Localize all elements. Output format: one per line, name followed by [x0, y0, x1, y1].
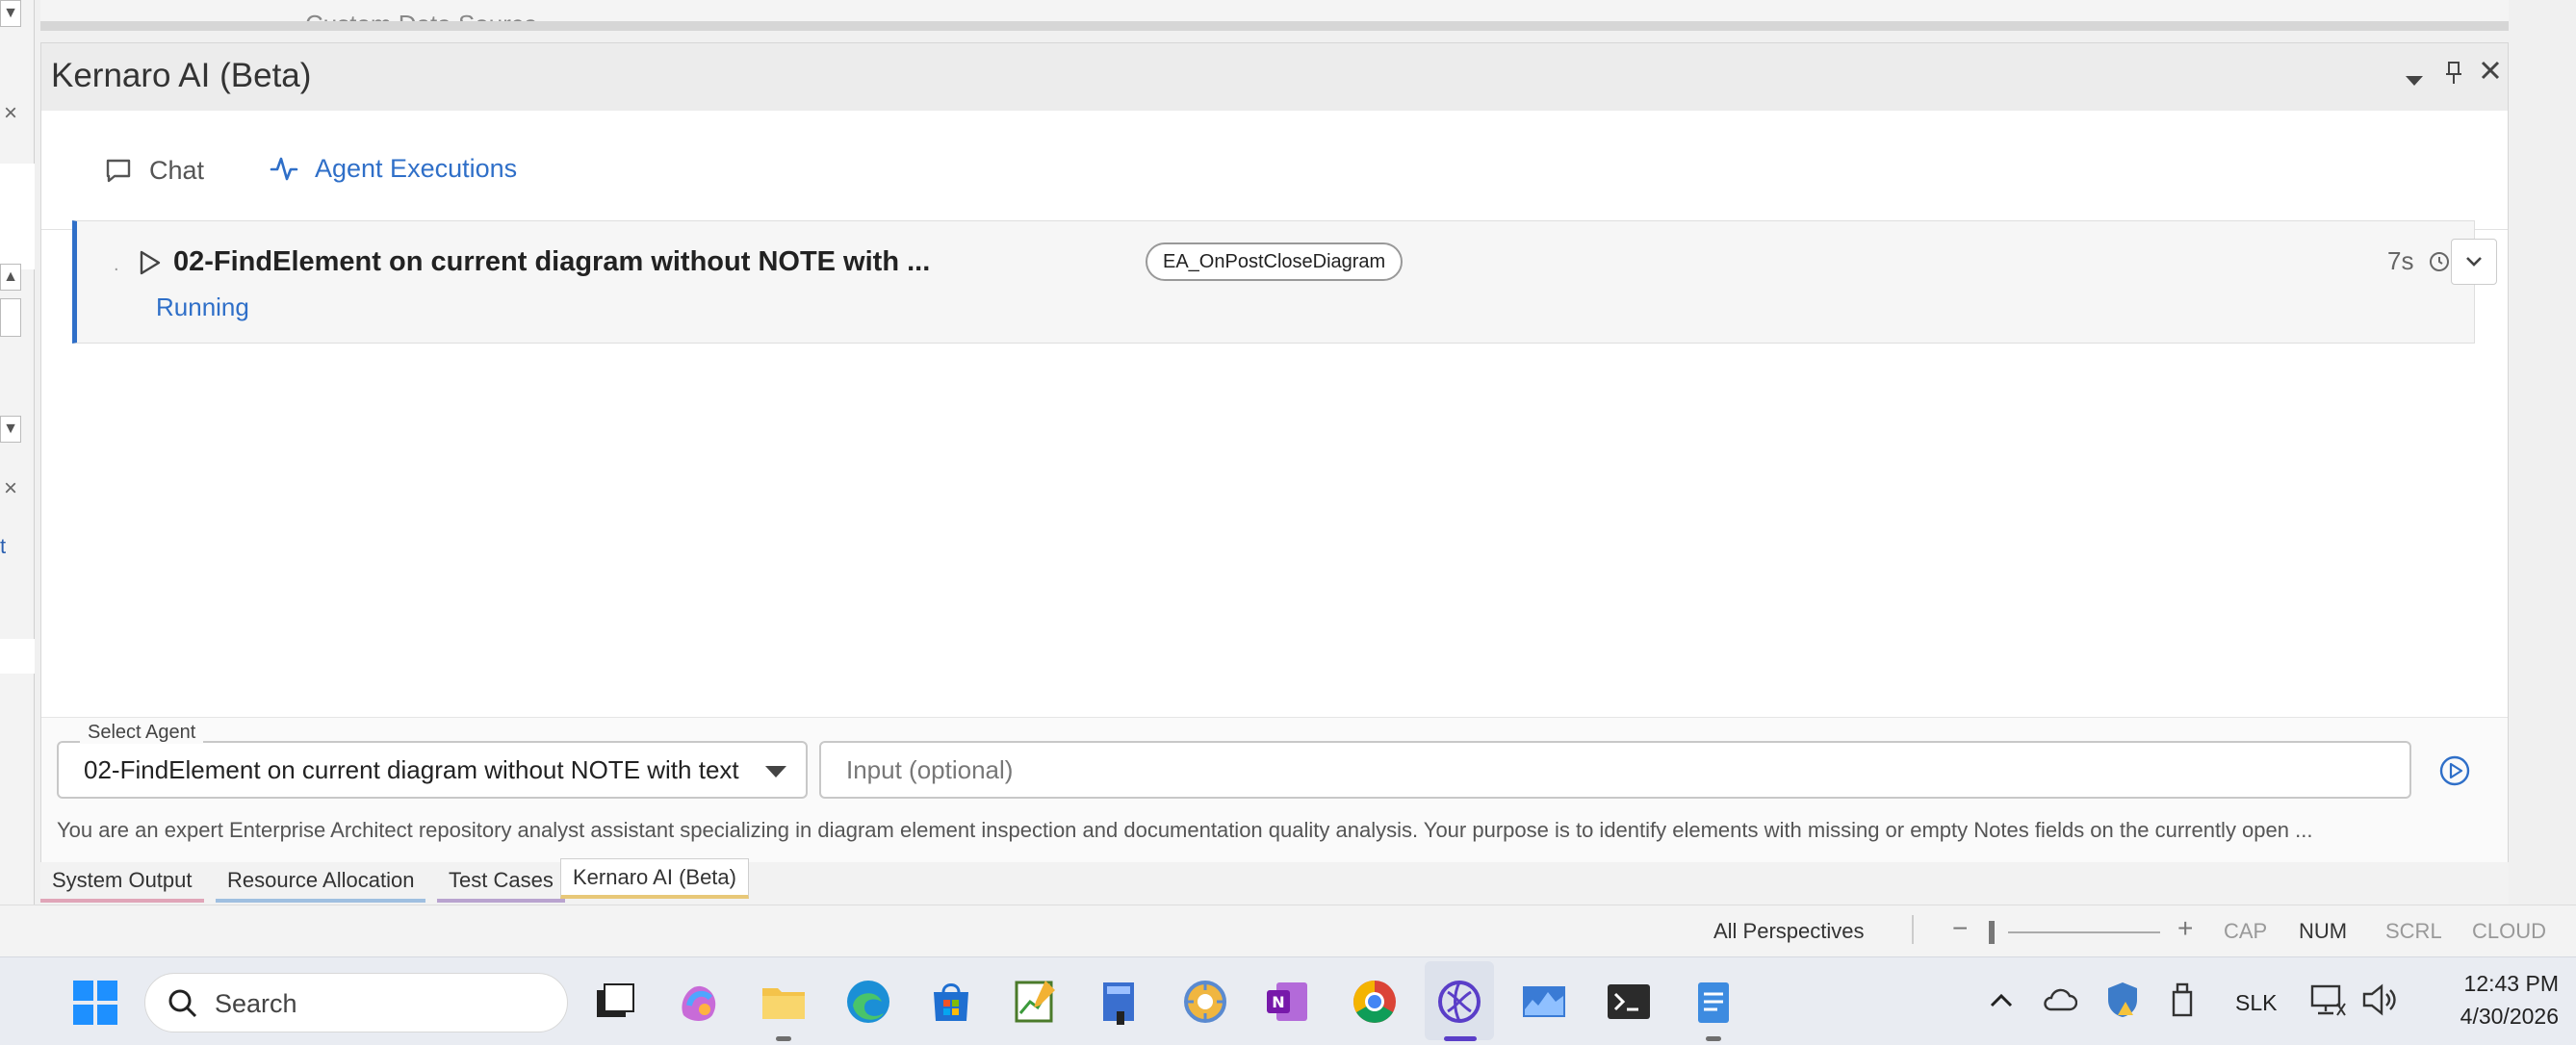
previous-panel-strip: Custom Data Source — [40, 0, 2509, 31]
chevron-down-icon[interactable]: ▼ — [0, 416, 21, 443]
tab-system-output[interactable]: System Output — [40, 862, 204, 903]
chat-icon — [106, 159, 131, 183]
monitor-app-icon[interactable] — [1519, 977, 1569, 1027]
execution-title: 02-FindElement on current diagram withou… — [173, 246, 931, 277]
zoom-slider-thumb[interactable] — [1989, 921, 1995, 944]
agent-select-value: 02-FindElement on current diagram withou… — [84, 755, 739, 784]
zoom-slider[interactable] — [2008, 931, 2160, 933]
status-divider — [1912, 915, 1914, 944]
left-side-strip: ▼ × ▲ ▼ × t — [0, 0, 35, 905]
select-agent-label: Select Agent — [80, 722, 204, 744]
tab-agent-executions[interactable]: Agent Executions — [238, 111, 555, 230]
windows-start-icon[interactable] — [71, 979, 119, 1027]
agent-description: You are an expert Enterprise Architect r… — [57, 818, 2313, 842]
edge-browser-icon[interactable] — [843, 977, 893, 1027]
network-icon[interactable] — [2308, 981, 2347, 1019]
dropdown-arrow-icon — [765, 766, 786, 777]
left-link-fragment[interactable]: t — [0, 534, 6, 559]
chart-app-icon[interactable] — [1011, 977, 1061, 1027]
onenote-icon[interactable]: N — [1263, 977, 1313, 1027]
execution-card[interactable]: . 02-FindElement on current diagram with… — [72, 220, 2497, 344]
copilot-icon[interactable] — [674, 977, 724, 1027]
chevron-up-icon[interactable] — [1987, 986, 2016, 1015]
chevron-down-icon — [2466, 257, 2482, 267]
running-indicator — [776, 1036, 791, 1041]
tab-resource-allocation[interactable]: Resource Allocation — [216, 862, 426, 903]
tab-agent-executions-label: Agent Executions — [315, 153, 518, 183]
execution-status: Running — [156, 293, 249, 321]
agent-input-field[interactable] — [819, 741, 2411, 799]
tab-kernaro-ai[interactable]: Kernaro AI (Beta) — [560, 858, 749, 899]
search-label: Search — [215, 989, 297, 1018]
taskbar: Search N SLK 12:43 PM 4/30/2026 — [0, 956, 2576, 1045]
document-tabs: System Output Resource Allocation Test C… — [40, 858, 2509, 905]
notepad-icon[interactable] — [1688, 977, 1739, 1027]
compass-app-icon[interactable] — [1180, 977, 1230, 1027]
active-indicator — [1444, 1036, 1477, 1041]
security-warning-icon[interactable] — [2106, 981, 2139, 1019]
onedrive-cloud-icon[interactable] — [2043, 984, 2077, 1015]
usb-device-icon[interactable] — [2168, 981, 2197, 1019]
clock-time[interactable]: 12:43 PM — [2443, 971, 2559, 997]
pin-icon[interactable] — [2444, 61, 2463, 92]
zoom-out-button[interactable]: − — [1952, 913, 1968, 944]
panel-title: Kernaro AI (Beta) — [51, 57, 312, 94]
tab-chat[interactable]: Chat — [72, 111, 235, 230]
panel-menu-dropdown-icon[interactable] — [2404, 64, 2425, 94]
chrome-browser-icon[interactable] — [1350, 977, 1400, 1027]
cap-indicator: CAP — [2224, 919, 2268, 943]
running-indicator — [1706, 1036, 1721, 1041]
zoom-in-button[interactable]: + — [2177, 913, 2193, 944]
kernaro-ai-panel: Kernaro AI (Beta) Chat Agent Executions … — [40, 42, 2509, 863]
svg-text:N: N — [1272, 993, 1284, 1011]
task-view-icon[interactable] — [589, 977, 639, 1027]
close-icon[interactable]: × — [0, 475, 21, 502]
scrl-indicator: SCRL — [2385, 919, 2442, 943]
execution-duration: 7s — [2387, 246, 2414, 275]
agent-input-area: 02-FindElement on current diagram withou… — [41, 717, 2508, 863]
clock-date[interactable]: 4/30/2026 — [2424, 1004, 2559, 1030]
left-panel-area — [0, 164, 35, 269]
taskbar-search[interactable]: Search — [144, 973, 568, 1032]
activity-icon — [270, 157, 298, 181]
execution-prefix: . — [114, 254, 119, 275]
perspective-selector[interactable]: All Perspectives — [1713, 919, 1865, 944]
custom-data-source-label: Custom Data Source — [305, 10, 538, 31]
expand-button[interactable] — [2451, 239, 2497, 285]
left-panel-area — [0, 639, 35, 674]
clock-icon — [2430, 252, 2449, 271]
chevron-down-icon[interactable]: ▼ — [0, 0, 21, 27]
search-icon — [168, 989, 197, 1018]
panel-header: Kernaro AI (Beta) — [41, 43, 2508, 111]
play-icon[interactable] — [135, 248, 164, 277]
tab-chat-label: Chat — [149, 155, 205, 185]
left-input-field[interactable] — [0, 298, 21, 337]
terminal-icon[interactable] — [1604, 977, 1654, 1027]
chevron-up-icon[interactable]: ▲ — [0, 264, 21, 291]
event-badge[interactable]: EA_OnPostCloseDiagram — [1146, 242, 1404, 281]
close-icon[interactable] — [2479, 59, 2502, 89]
file-explorer-icon[interactable] — [759, 977, 809, 1027]
cloud-indicator: CLOUD — [2472, 919, 2547, 943]
close-icon[interactable]: × — [0, 100, 21, 127]
panel-tabs: Chat Agent Executions — [41, 111, 2508, 230]
agent-select[interactable]: 02-FindElement on current diagram withou… — [57, 741, 808, 799]
status-bar: All Perspectives − + CAP NUM SCRL CLOUD — [0, 905, 2576, 956]
run-icon[interactable] — [2438, 754, 2471, 787]
keyboard-layout-indicator[interactable]: SLK — [2235, 990, 2277, 1016]
book-app-icon[interactable] — [1095, 977, 1146, 1027]
volume-icon[interactable] — [2360, 981, 2399, 1019]
num-indicator: NUM — [2299, 919, 2348, 943]
kernaro-app-icon[interactable] — [1434, 977, 1484, 1027]
tab-test-cases[interactable]: Test Cases — [437, 862, 565, 903]
microsoft-store-icon[interactable] — [926, 977, 976, 1027]
